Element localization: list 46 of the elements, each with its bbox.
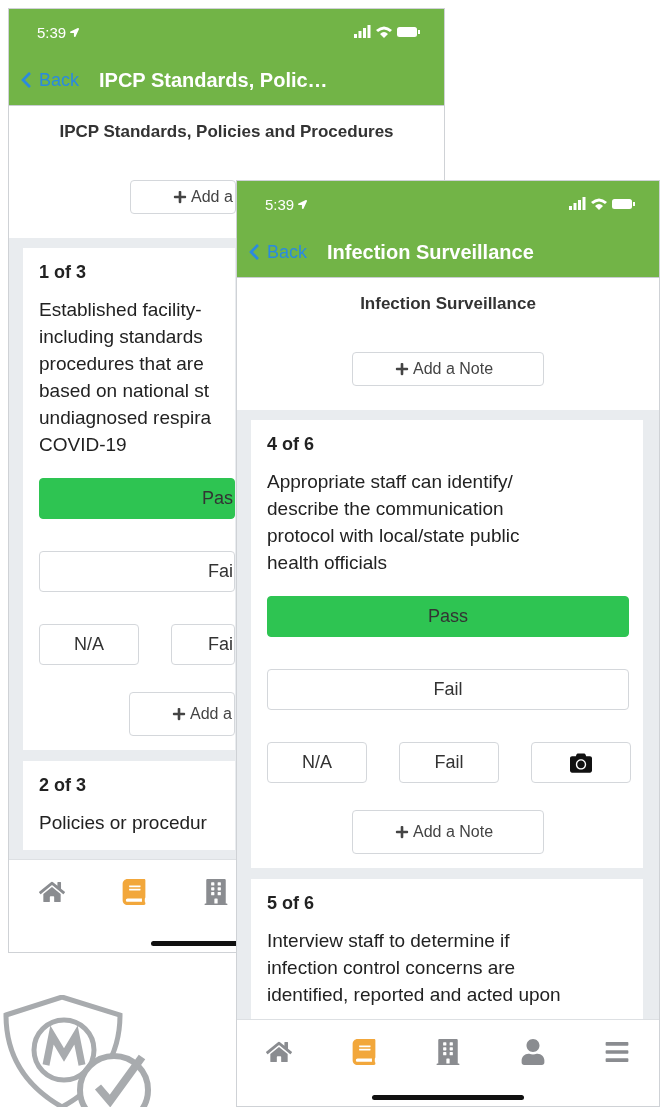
- book-icon: [350, 1039, 377, 1065]
- plus-icon: [173, 190, 187, 204]
- home-icon: [39, 879, 65, 905]
- status-time: 5:39: [265, 195, 308, 213]
- location-icon: [70, 27, 80, 37]
- status-icons-drawing: [354, 25, 420, 39]
- building-icon: [203, 879, 229, 905]
- home-icon: [266, 1039, 292, 1065]
- plus-icon: [395, 825, 409, 839]
- question-text: Appropriate staff can identify/ describe the communication protocol with local/state public health officials: [267, 470, 520, 575]
- camera-button[interactable]: [531, 742, 631, 783]
- book-icon: [121, 879, 147, 905]
- add-note-button[interactable]: Add a Note: [352, 352, 544, 386]
- answer-button[interactable]: Fai: [39, 551, 235, 592]
- answer-button[interactable]: Fail: [267, 669, 629, 710]
- screen-title: Infection Surveillance: [327, 240, 534, 264]
- question-counter: 5 of 6: [267, 892, 315, 915]
- question-counter: 4 of 6: [267, 433, 315, 456]
- status-time: 5:39: [37, 23, 80, 41]
- add-note-button[interactable]: Add a: [129, 692, 235, 736]
- question-counter: 1 of 3: [39, 261, 87, 284]
- tab-button[interactable]: [120, 876, 148, 908]
- answer-button[interactable]: N/A: [39, 624, 139, 665]
- status-icons-drawing: [569, 197, 635, 211]
- screen-title: IPCP Standards, Polic…: [99, 68, 328, 92]
- answer-button[interactable]: Fai: [171, 624, 235, 665]
- answer-button[interactable]: Pas: [39, 478, 235, 519]
- user-icon: [519, 1039, 546, 1065]
- question-text: Policies or procedur: [39, 811, 207, 835]
- building-icon: [435, 1039, 461, 1065]
- section-title: Infection Surveillance: [360, 294, 536, 314]
- question-counter: 2 of 3: [39, 774, 87, 797]
- question-text: Interview staff to determine if infection control concerns are identified, reported and acted upon: [267, 929, 561, 1007]
- question-text: Established facility- including standards procedures that are based on national st undiagnosed respira COVID-19: [39, 298, 212, 457]
- tab-button[interactable]: [202, 876, 230, 908]
- add-note-button[interactable]: Add a: [130, 180, 236, 214]
- answer-button[interactable]: Fail: [399, 742, 499, 783]
- answer-button[interactable]: N/A: [267, 742, 367, 783]
- location-icon: [298, 199, 308, 209]
- menu-icon: [604, 1039, 630, 1065]
- section-title: IPCP Standards, Policies and Procedures: [59, 122, 394, 142]
- camera-icon: [570, 751, 592, 774]
- plus-icon: [395, 362, 409, 376]
- answer-button[interactable]: Pass: [267, 596, 629, 637]
- add-note-button[interactable]: Add a Note: [352, 810, 544, 854]
- plus-icon: [172, 707, 186, 721]
